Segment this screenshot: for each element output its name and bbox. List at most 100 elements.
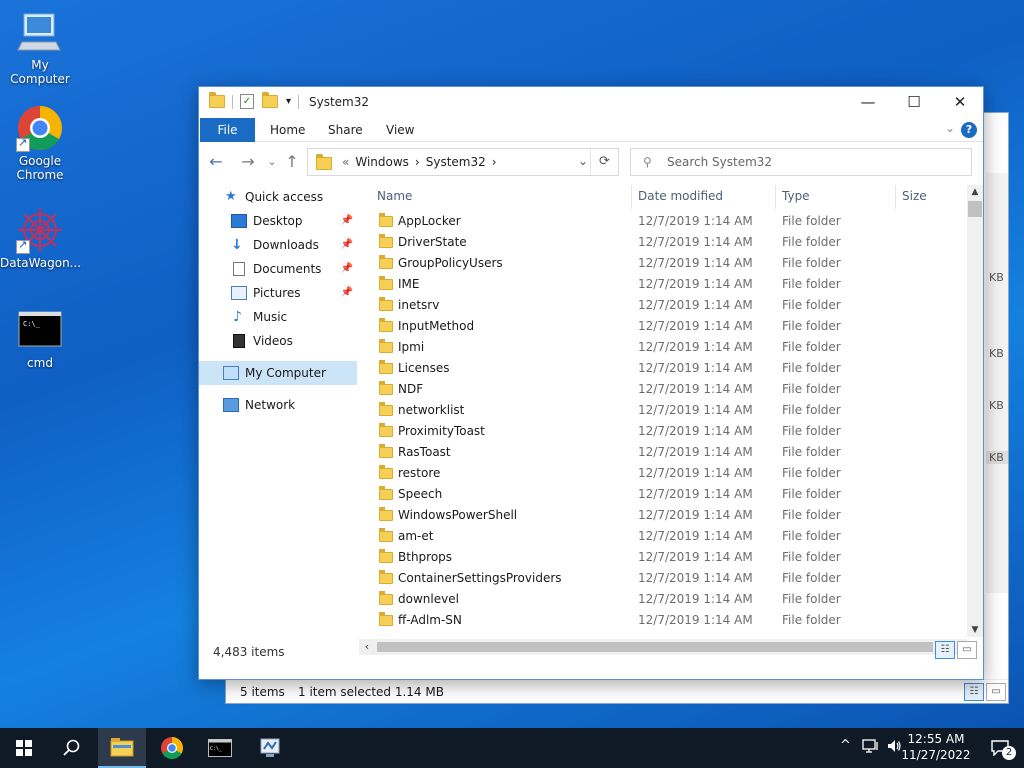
nav-item-desktop[interactable]: Desktop 📌	[199, 209, 357, 233]
file-name: restore	[398, 466, 441, 480]
explorer-window[interactable]: ✓ ▾ System32 — ☐ ✕ File Home Share View …	[198, 86, 984, 680]
desktop-icon-google-chrome[interactable]: Google Chrome	[0, 104, 80, 182]
file-row[interactable]: inetsrv 12/7/2019 1:14 AM File folder	[369, 295, 969, 316]
nav-item-network[interactable]: Network	[199, 393, 357, 417]
desktop-icon-cmd[interactable]: C:\_ cmd	[0, 306, 80, 370]
file-row[interactable]: restore 12/7/2019 1:14 AM File folder	[369, 463, 969, 484]
action-center-button[interactable]: 2	[976, 728, 1024, 768]
taskbar-cmd[interactable]: C:\_	[196, 728, 244, 768]
details-view-button[interactable]: ☷	[964, 683, 984, 701]
file-row[interactable]: Ipmi 12/7/2019 1:14 AM File folder	[369, 337, 969, 358]
file-row[interactable]: ProximityToast 12/7/2019 1:14 AM File fold…	[369, 421, 969, 442]
tab-view[interactable]: View	[372, 118, 428, 142]
nav-item-music[interactable]: ♪ Music	[199, 305, 357, 329]
refresh-button[interactable]: ⟳	[590, 149, 618, 175]
tab-file[interactable]: File	[200, 118, 255, 142]
taskbar-chrome[interactable]	[148, 728, 196, 768]
nav-item-quick-access[interactable]: ★ Quick access	[199, 185, 357, 209]
scrollbar-thumb[interactable]	[377, 642, 933, 652]
minimize-button[interactable]: —	[845, 87, 891, 118]
breadcrumb-system32[interactable]: System32	[426, 155, 486, 169]
recent-locations-button[interactable]: ⌄	[261, 155, 283, 168]
maximize-button[interactable]: ☐	[891, 87, 937, 118]
close-button[interactable]: ✕	[937, 87, 983, 118]
column-header-type[interactable]: Type	[782, 181, 810, 211]
taskbar-clock[interactable]: 12:55 AM 11/27/2022	[898, 731, 974, 763]
taskbar-network-manager[interactable]	[246, 728, 294, 768]
tab-share[interactable]: Share	[314, 118, 377, 142]
large-icons-view-button[interactable]: ▭	[986, 683, 1006, 701]
file-row[interactable]: WindowsPowerShell 12/7/2019 1:14 AM File f…	[369, 505, 969, 526]
pin-icon[interactable]: 📌	[341, 257, 353, 281]
folder-icon	[316, 154, 332, 170]
new-folder-icon[interactable]	[262, 92, 278, 108]
nav-item-pictures[interactable]: Pictures 📌	[199, 281, 357, 305]
pin-icon[interactable]: 📌	[341, 209, 353, 233]
breadcrumb-separator[interactable]: ›	[415, 155, 420, 169]
taskbar-search-button[interactable]	[48, 728, 96, 768]
nav-item-videos[interactable]: Videos	[199, 329, 357, 353]
file-row[interactable]: ContainerSettingsProviders 12/7/2019 1:14…	[369, 568, 969, 589]
tab-home[interactable]: Home	[256, 118, 319, 142]
file-row[interactable]: IME 12/7/2019 1:14 AM File folder	[369, 274, 969, 295]
desktop-icon-datawagon[interactable]: DataWagon...	[0, 206, 81, 270]
search-icon	[63, 739, 80, 756]
large-icons-view-button[interactable]: ▭	[957, 641, 977, 659]
file-row[interactable]: DriverState 12/7/2019 1:14 AM File folder	[369, 232, 969, 253]
horizontal-scrollbar[interactable]: ‹ ›	[359, 639, 967, 655]
help-icon[interactable]: ?	[961, 122, 977, 138]
file-row[interactable]: InputMethod 12/7/2019 1:14 AM File folder	[369, 316, 969, 337]
column-divider[interactable]	[631, 185, 632, 209]
file-row[interactable]: NDF 12/7/2019 1:14 AM File folder	[369, 379, 969, 400]
pin-icon[interactable]: 📌	[341, 233, 353, 257]
file-row[interactable]: GroupPolicyUsers 12/7/2019 1:14 AM File fo…	[369, 253, 969, 274]
column-divider[interactable]	[895, 185, 896, 209]
customize-qat-icon[interactable]: ▾	[286, 96, 291, 107]
scroll-up-arrow[interactable]: ▲	[967, 187, 983, 197]
file-row[interactable]: Bthprops 12/7/2019 1:14 AM File folder	[369, 547, 969, 568]
expand-ribbon-icon[interactable]: ⌄	[945, 121, 955, 135]
search-input[interactable]	[667, 153, 957, 171]
properties-icon[interactable]: ✓	[240, 94, 254, 109]
show-hidden-icons-button[interactable]: ^	[840, 738, 851, 768]
file-row[interactable]: Speech 12/7/2019 1:14 AM File folder	[369, 484, 969, 505]
nav-item-documents[interactable]: Documents 📌	[199, 257, 357, 281]
back-button[interactable]: ←	[205, 152, 227, 171]
scroll-down-arrow[interactable]: ▼	[967, 625, 983, 635]
column-header-date-modified[interactable]: Date modified	[638, 181, 723, 211]
file-row[interactable]: Licenses 12/7/2019 1:14 AM File folder	[369, 358, 969, 379]
scroll-left-arrow[interactable]: ‹	[359, 639, 375, 655]
file-row[interactable]: RasToast 12/7/2019 1:14 AM File folder	[369, 442, 969, 463]
search-box[interactable]: ⚲	[630, 148, 972, 176]
file-row[interactable]: AppLocker 12/7/2019 1:14 AM File folder	[369, 211, 969, 232]
details-view-button[interactable]: ☷	[935, 641, 955, 659]
breadcrumb-overflow[interactable]: «	[342, 155, 349, 169]
address-box[interactable]: « Windows › System32 › ⌄ ⟳	[307, 148, 619, 176]
column-header-name[interactable]: Name	[377, 181, 412, 211]
nav-item-my-computer[interactable]: My Computer	[199, 361, 357, 385]
column-header-size[interactable]: Size	[902, 181, 927, 211]
title-bar[interactable]: ✓ ▾ System32 — ☐ ✕	[199, 87, 983, 118]
address-history-dropdown[interactable]: ⌄	[578, 154, 588, 168]
column-divider[interactable]	[775, 185, 776, 209]
network-tray-icon[interactable]	[862, 738, 880, 768]
breadcrumb-windows[interactable]: Windows	[355, 155, 409, 169]
status-selection: 1 item selected 1.14 MB	[298, 685, 444, 699]
file-row[interactable]: networklist 12/7/2019 1:14 AM File folder	[369, 400, 969, 421]
forward-button[interactable]: →	[237, 152, 259, 171]
vertical-scrollbar[interactable]: ▲ ▼	[967, 185, 983, 637]
pin-icon[interactable]: 📌	[341, 281, 353, 305]
scrollbar-thumb[interactable]	[968, 201, 982, 217]
file-name: ProximityToast	[398, 424, 485, 438]
file-row[interactable]: am-et 12/7/2019 1:14 AM File folder	[369, 526, 969, 547]
file-type: File folder	[782, 319, 841, 333]
nav-item-downloads[interactable]: ↓ Downloads 📌	[199, 233, 357, 257]
file-row[interactable]: downlevel 12/7/2019 1:14 AM File folder	[369, 589, 969, 610]
file-date-modified: 12/7/2019 1:14 AM	[638, 403, 753, 417]
up-button[interactable]: ↑	[281, 152, 303, 171]
file-row[interactable]: ff-Adlm-SN 12/7/2019 1:14 AM File folder	[369, 610, 969, 631]
breadcrumb-separator[interactable]: ›	[492, 155, 497, 169]
taskbar-file-explorer[interactable]	[98, 728, 146, 768]
start-button[interactable]	[0, 728, 48, 768]
desktop-icon-my-computer[interactable]: My Computer	[0, 8, 80, 86]
